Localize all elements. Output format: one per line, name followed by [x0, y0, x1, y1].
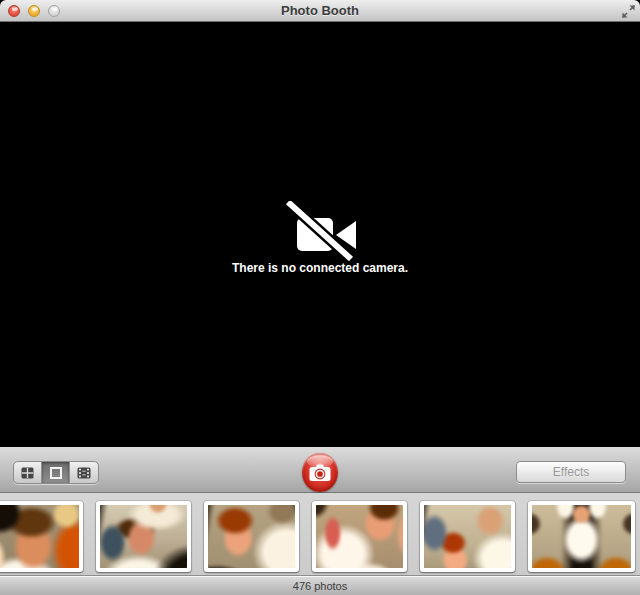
- photo-browser: [0, 493, 640, 575]
- window-controls: [8, 5, 60, 17]
- zoom-button[interactable]: [48, 5, 60, 17]
- close-button[interactable]: [8, 5, 20, 17]
- view-single-button[interactable]: [42, 462, 70, 483]
- title-bar: Photo Booth: [0, 0, 640, 22]
- view-filmstrip-button[interactable]: [70, 462, 98, 483]
- fullscreen-icon[interactable]: [621, 4, 636, 19]
- photo-count: 476 photos: [293, 580, 347, 592]
- camera-viewport: There is no connected camera.: [0, 22, 640, 447]
- effects-button[interactable]: Effects: [516, 461, 626, 483]
- no-camera-message: There is no connected camera.: [0, 261, 640, 275]
- camera-icon: [309, 463, 331, 482]
- toolbar: Effects: [0, 447, 640, 493]
- no-camera-icon: [285, 201, 357, 261]
- photo-thumbnail[interactable]: [528, 501, 635, 572]
- film-roll-icon: [77, 467, 91, 479]
- photo-thumbnail[interactable]: [0, 501, 83, 572]
- photo-booth-window: Photo Booth There is no connected camera…: [0, 0, 640, 595]
- take-photo-button[interactable]: [302, 453, 338, 492]
- window-title: Photo Booth: [0, 0, 640, 21]
- status-bar: 476 photos: [0, 575, 640, 595]
- photo-thumbnail[interactable]: [420, 501, 515, 572]
- four-up-grid-icon: [21, 467, 34, 479]
- photo-thumbnail[interactable]: [96, 501, 191, 572]
- minimize-button[interactable]: [28, 5, 40, 17]
- photo-thumbnail[interactable]: [312, 501, 407, 572]
- photo-thumbnail[interactable]: [204, 501, 299, 572]
- single-frame-icon: [50, 467, 62, 479]
- view-grid-button[interactable]: [14, 462, 42, 483]
- view-mode-control: [13, 461, 99, 484]
